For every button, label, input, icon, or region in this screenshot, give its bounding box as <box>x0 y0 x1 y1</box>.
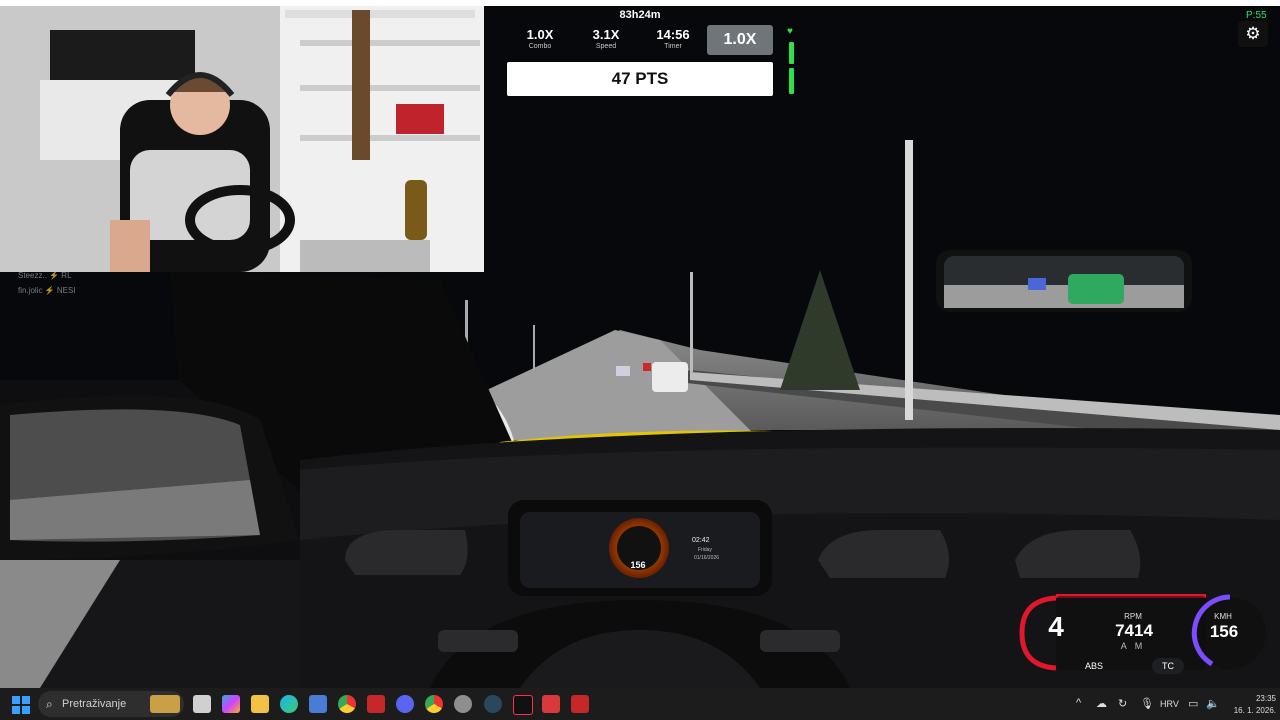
gear-indicator: 4 <box>1048 611 1064 642</box>
rpm-label: RPM <box>1124 612 1142 621</box>
top-progress-bar <box>0 0 1280 6</box>
search-placeholder: Pretraživanje <box>62 698 127 710</box>
copilot-icon[interactable] <box>222 695 240 713</box>
rpm-value: 7414 <box>1115 621 1153 640</box>
total-multiplier: 1.0X <box>707 25 773 55</box>
chrome-icon[interactable] <box>425 695 443 713</box>
timer-label: Timer <box>664 43 682 50</box>
stream-chat: Steezz.. ⚡ RL fin.jolic ⚡ NESI <box>18 268 76 298</box>
taskbar: ⌕ Pretraživanje <box>0 688 1280 720</box>
speed-value: 156 <box>1209 622 1239 641</box>
chrome-icon[interactable] <box>338 695 356 713</box>
webcam-overlay <box>0 0 484 272</box>
cluster-date: 01/16/2026 <box>694 555 720 561</box>
timer-value: 14:56 <box>656 27 690 42</box>
gear-icon: ⚙ <box>1245 24 1261 43</box>
store-icon[interactable] <box>309 695 327 713</box>
microphone-icon[interactable]: 🎙 <box>1140 697 1154 710</box>
volume-icon[interactable]: 🔈 <box>1206 697 1220 710</box>
game-viewport[interactable]: Steezz.. ⚡ RL fin.jolic ⚡ NESI 83h24m 1.… <box>0 0 1280 688</box>
game-app-icon[interactable] <box>367 695 385 713</box>
folder-icon[interactable] <box>251 695 269 713</box>
heart-icon: ♥ <box>787 26 793 37</box>
abs-indicator: ABS <box>1084 661 1103 671</box>
combo-value: 1.0X <box>526 27 554 42</box>
discord-icon[interactable] <box>396 695 414 713</box>
language-indicator[interactable]: HRV <box>1160 699 1179 709</box>
settings-button[interactable]: ⚙ <box>1238 21 1268 47</box>
cluster-speed: 156 <box>630 560 646 570</box>
chat-line: fin.jolic ⚡ NESI <box>18 286 76 295</box>
tc-indicator: TC <box>1152 658 1184 674</box>
chevron-up-icon[interactable]: ^ <box>1076 697 1081 709</box>
transmission-mode: A M <box>1120 641 1146 651</box>
windows-start-button[interactable] <box>12 696 30 714</box>
combo-label: Combo <box>528 43 552 50</box>
speed-mult-label: Speed <box>595 43 617 50</box>
sync-icon[interactable]: ↻ <box>1118 697 1127 710</box>
points-display: 47 PTS <box>507 62 773 96</box>
speed-mult-value: 3.1X <box>592 27 620 42</box>
taskbar-clock-date[interactable]: 16. 1. 2026. <box>1224 706 1276 715</box>
game-app-icon[interactable] <box>571 695 589 713</box>
task-view-icon[interactable] <box>193 695 211 713</box>
timer-stat: 14:56 Timer <box>645 28 701 52</box>
edge-icon[interactable] <box>280 695 298 713</box>
taskbar-clock-time[interactable]: 23:35 <box>1230 694 1276 703</box>
tiktok-icon[interactable] <box>513 695 533 715</box>
health-bar-segment <box>789 68 794 94</box>
cloud-icon[interactable]: ☁ <box>1096 697 1107 710</box>
network-icon[interactable]: ▭ <box>1188 697 1198 710</box>
speed-unit: KMH <box>1214 612 1232 621</box>
search-icon: ⌕ <box>46 697 53 711</box>
ping-indicator: P:55 <box>1246 10 1267 21</box>
speed-stat: 3.1X Speed <box>578 28 634 52</box>
settings-icon[interactable] <box>454 695 472 713</box>
cluster-time: 02:42 <box>692 537 710 544</box>
tf-icon[interactable] <box>542 695 560 713</box>
session-time: 83h24m <box>619 9 661 21</box>
health-indicator: ♥ <box>787 26 797 96</box>
search-highlight-icon <box>150 695 180 713</box>
steam-icon[interactable] <box>484 695 502 713</box>
combo-stat: 1.0X Combo <box>512 28 568 52</box>
health-bar-segment <box>789 42 794 64</box>
chat-line: Steezz.. ⚡ RL <box>18 271 72 280</box>
cluster-day: Friday <box>698 547 712 553</box>
